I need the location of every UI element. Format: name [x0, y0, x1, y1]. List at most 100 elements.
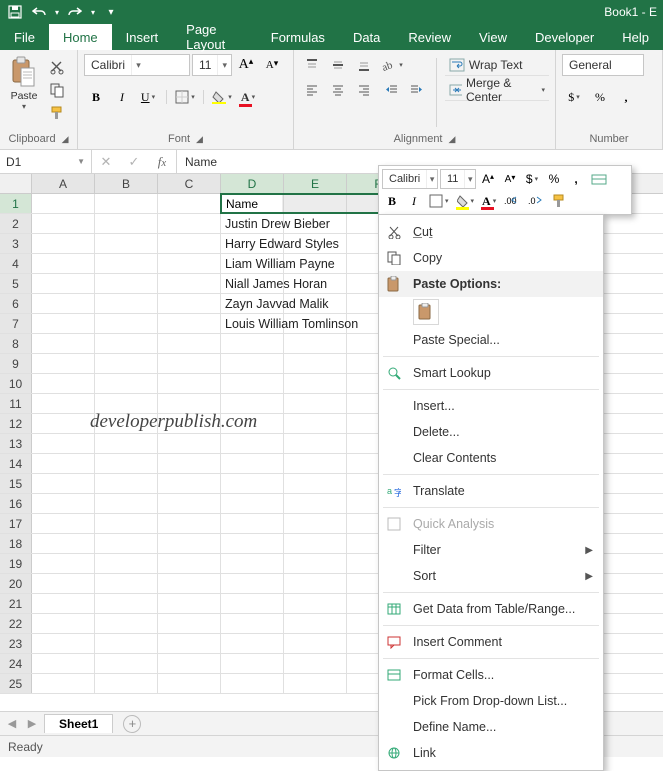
- row-header[interactable]: 21: [0, 594, 32, 613]
- cell[interactable]: [32, 354, 95, 373]
- cell[interactable]: [95, 234, 158, 253]
- clipboard-launcher[interactable]: ◢: [62, 134, 69, 145]
- cell[interactable]: [95, 614, 158, 633]
- cell[interactable]: [158, 574, 221, 593]
- cell[interactable]: Niall James Horan: [221, 274, 284, 293]
- cell[interactable]: [284, 514, 347, 533]
- cell[interactable]: [32, 294, 95, 313]
- cell[interactable]: [221, 474, 284, 493]
- col-header[interactable]: C: [158, 174, 221, 193]
- cell[interactable]: [284, 634, 347, 653]
- tab-view[interactable]: View: [465, 24, 521, 50]
- cell[interactable]: [32, 534, 95, 553]
- row-header[interactable]: 20: [0, 574, 32, 593]
- ctx-sort[interactable]: Sort▶: [379, 563, 603, 589]
- align-right-button[interactable]: [352, 79, 376, 101]
- ctx-format-cells[interactable]: Format Cells...: [379, 662, 603, 688]
- cancel-formula-button[interactable]: ✕: [92, 154, 120, 170]
- undo-button[interactable]: [28, 1, 50, 23]
- cell[interactable]: [32, 674, 95, 693]
- cell[interactable]: [158, 374, 221, 393]
- mini-font-name[interactable]: Calibri▾: [382, 169, 438, 189]
- cell[interactable]: [284, 434, 347, 453]
- cell[interactable]: [95, 254, 158, 273]
- decrease-font-button[interactable]: A▾: [260, 54, 284, 76]
- cell[interactable]: [32, 194, 95, 213]
- ctx-insert-comment[interactable]: Insert Comment: [379, 629, 603, 655]
- cell[interactable]: [221, 514, 284, 533]
- cell[interactable]: Zayn Javvad Malik: [221, 294, 284, 313]
- font-launcher[interactable]: ◢: [196, 134, 203, 145]
- cell[interactable]: [158, 214, 221, 233]
- row-header[interactable]: 19: [0, 554, 32, 573]
- row-header[interactable]: 15: [0, 474, 32, 493]
- undo-dropdown[interactable]: ▾: [52, 1, 62, 23]
- row-header[interactable]: 22: [0, 614, 32, 633]
- underline-button[interactable]: U▾: [136, 86, 160, 108]
- paste-button[interactable]: Paste ▾: [6, 54, 42, 111]
- font-name-combo[interactable]: Calibri▾: [84, 54, 190, 76]
- cell[interactable]: [221, 594, 284, 613]
- mini-comma[interactable]: ,: [566, 169, 586, 189]
- row-header[interactable]: 14: [0, 454, 32, 473]
- cell[interactable]: [32, 654, 95, 673]
- font-size-combo[interactable]: 11▾: [192, 54, 232, 76]
- row-header[interactable]: 5: [0, 274, 32, 293]
- cell[interactable]: [32, 254, 95, 273]
- format-painter-button[interactable]: [46, 102, 68, 124]
- cell[interactable]: [284, 394, 347, 413]
- align-center-button[interactable]: [326, 79, 350, 101]
- cell[interactable]: [95, 514, 158, 533]
- tab-data[interactable]: Data: [339, 24, 394, 50]
- align-top-button[interactable]: [300, 54, 324, 76]
- row-header[interactable]: 9: [0, 354, 32, 373]
- cell[interactable]: [284, 374, 347, 393]
- ctx-get-data[interactable]: Get Data from Table/Range...: [379, 596, 603, 622]
- cell[interactable]: [284, 534, 347, 553]
- wrap-text-button[interactable]: Wrap Text: [445, 54, 549, 76]
- cell[interactable]: [158, 254, 221, 273]
- cell[interactable]: [95, 554, 158, 573]
- tab-home[interactable]: Home: [49, 24, 112, 50]
- mini-font-color[interactable]: A▾: [479, 191, 499, 211]
- ctx-paste-special[interactable]: Paste Special...: [379, 327, 603, 353]
- cell[interactable]: [95, 674, 158, 693]
- row-header[interactable]: 6: [0, 294, 32, 313]
- cell[interactable]: [32, 634, 95, 653]
- cut-button[interactable]: [46, 56, 68, 78]
- cell[interactable]: [95, 594, 158, 613]
- ctx-cut[interactable]: Cut: [379, 219, 603, 245]
- ctx-insert[interactable]: Insert...: [379, 393, 603, 419]
- cell[interactable]: [32, 394, 95, 413]
- insert-function-button[interactable]: fx: [148, 154, 176, 170]
- qat-customize[interactable]: ▾: [100, 1, 122, 23]
- tab-insert[interactable]: Insert: [112, 24, 173, 50]
- cell[interactable]: [221, 534, 284, 553]
- cell[interactable]: [284, 674, 347, 693]
- cell[interactable]: [158, 334, 221, 353]
- cell[interactable]: [284, 574, 347, 593]
- redo-dropdown[interactable]: ▾: [88, 1, 98, 23]
- tab-file[interactable]: File: [0, 24, 49, 50]
- alignment-launcher[interactable]: ◢: [449, 134, 456, 145]
- cell[interactable]: [284, 554, 347, 573]
- row-header[interactable]: 16: [0, 494, 32, 513]
- cell[interactable]: [32, 474, 95, 493]
- cell[interactable]: [158, 454, 221, 473]
- row-header[interactable]: 25: [0, 674, 32, 693]
- cell[interactable]: [32, 594, 95, 613]
- row-header[interactable]: 24: [0, 654, 32, 673]
- sheet-tab[interactable]: Sheet1: [44, 714, 113, 733]
- tab-page-layout[interactable]: Page Layout: [172, 24, 257, 50]
- accounting-button[interactable]: $▾: [562, 86, 586, 108]
- cell[interactable]: [32, 514, 95, 533]
- number-format-combo[interactable]: General: [562, 54, 644, 76]
- cell[interactable]: [221, 334, 284, 353]
- cell[interactable]: [95, 454, 158, 473]
- tab-review[interactable]: Review: [394, 24, 465, 50]
- cell[interactable]: [284, 594, 347, 613]
- sheet-nav-next[interactable]: ▶: [24, 717, 40, 730]
- cell[interactable]: [158, 674, 221, 693]
- cell[interactable]: [221, 674, 284, 693]
- cell[interactable]: [158, 354, 221, 373]
